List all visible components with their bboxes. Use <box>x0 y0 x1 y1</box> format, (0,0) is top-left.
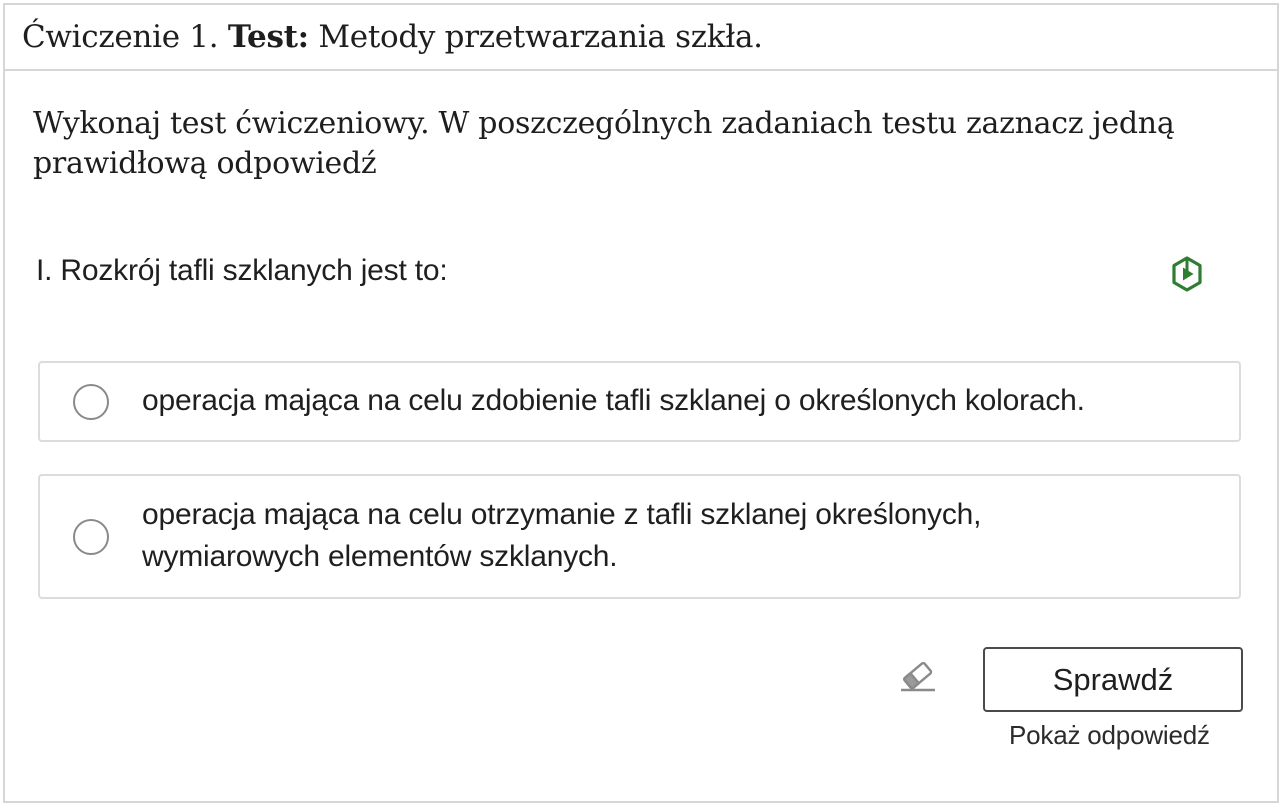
exercise-kind: Test: <box>227 19 309 55</box>
exercise-title: Metody przetwarzania szkła. <box>318 19 763 55</box>
answer-option-1[interactable]: operacja mająca na celu zdobienie tafli … <box>38 361 1241 442</box>
hexagon-play-icon <box>1172 256 1202 292</box>
instruction-text: Wykonaj test ćwiczeniowy. W poszczególny… <box>33 106 1175 181</box>
check-button[interactable]: Sprawdź <box>983 647 1243 712</box>
exercise-label: Ćwiczenie 1. <box>22 19 219 55</box>
show-answer-link[interactable]: Pokaż odpowiedź <box>1009 720 1210 751</box>
answer-option-label: operacja mająca na celu zdobienie tafli … <box>142 384 1085 417</box>
exercise-header: Ćwiczenie 1. Test: Metody przetwarzania … <box>5 5 1277 71</box>
answer-option-label: operacja mająca na celu otrzymanie z taf… <box>142 498 982 573</box>
question-text: I. Rozkrój tafli szklanych jest to: <box>36 254 448 287</box>
radio-button[interactable] <box>73 384 109 420</box>
answer-option-2[interactable]: operacja mająca na celu otrzymanie z taf… <box>38 474 1241 599</box>
eraser-icon[interactable] <box>899 659 937 693</box>
radio-button[interactable] <box>73 519 109 555</box>
